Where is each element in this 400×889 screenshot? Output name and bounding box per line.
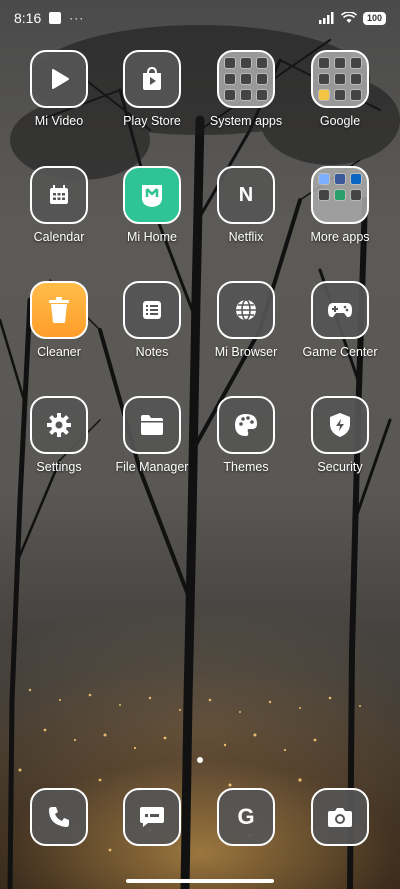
calendar-icon xyxy=(30,166,88,224)
camera-icon xyxy=(311,788,369,846)
app-label: Mi Browser xyxy=(214,345,278,359)
google-icon: G xyxy=(217,788,275,846)
gear-icon xyxy=(30,396,88,454)
app-label: Notes xyxy=(135,345,169,359)
palette-icon xyxy=(217,396,275,454)
google-letter: G xyxy=(237,804,255,829)
app-file-manager[interactable]: File Manager xyxy=(107,396,197,474)
more-notifications-icon: ··· xyxy=(69,11,85,25)
trash-icon xyxy=(30,281,88,339)
app-cleaner[interactable]: Cleaner xyxy=(14,281,104,359)
mi-home-icon xyxy=(123,166,181,224)
app-themes[interactable]: Themes xyxy=(201,396,291,474)
app-game-center[interactable]: Game Center xyxy=(295,281,385,359)
play-store-icon xyxy=(123,50,181,108)
app-play-store[interactable]: Play Store xyxy=(107,50,197,128)
battery-icon: 100 xyxy=(362,11,386,25)
app-label: Settings xyxy=(36,460,82,474)
app-settings[interactable]: Settings xyxy=(14,396,104,474)
app-label: System apps xyxy=(209,114,283,128)
folder-icon xyxy=(311,50,369,108)
netflix-letter: N xyxy=(238,183,254,206)
folder-icon xyxy=(311,166,369,224)
message-icon xyxy=(123,788,181,846)
page-indicator xyxy=(197,757,203,763)
app-mi-home[interactable]: Mi Home xyxy=(107,166,197,244)
app-label: Game Center xyxy=(302,345,378,359)
notification-icon xyxy=(49,12,62,24)
app-label: Security xyxy=(317,460,363,474)
app-label: Play Store xyxy=(123,114,181,128)
notes-icon xyxy=(123,281,181,339)
app-calendar[interactable]: Calendar xyxy=(14,166,104,244)
home-indicator[interactable] xyxy=(126,879,274,883)
play-icon xyxy=(30,50,88,108)
app-notes[interactable]: Notes xyxy=(107,281,197,359)
status-right: 100 xyxy=(318,11,386,25)
app-label: Google xyxy=(319,114,361,128)
clock: 8:16 xyxy=(14,10,42,26)
app-netflix[interactable]: N Netflix xyxy=(201,166,291,244)
folder-system-apps[interactable]: System apps xyxy=(201,50,291,128)
dock-messages[interactable] xyxy=(107,788,197,846)
signal-icon xyxy=(318,12,334,24)
wifi-icon xyxy=(340,12,357,23)
dock-google[interactable]: G xyxy=(201,788,291,846)
app-label: Themes xyxy=(223,460,269,474)
dock-phone[interactable] xyxy=(14,788,104,846)
folder-more-apps[interactable]: More apps xyxy=(295,166,385,244)
folder-file-icon xyxy=(123,396,181,454)
app-label: Mi Video xyxy=(34,114,84,128)
status-bar: 8:16 ··· 100 xyxy=(0,0,400,36)
folder-icon xyxy=(217,50,275,108)
phone-icon xyxy=(30,788,88,846)
app-label: Netflix xyxy=(228,230,264,244)
app-security[interactable]: Security xyxy=(295,396,385,474)
app-label: Cleaner xyxy=(37,345,81,359)
globe-icon xyxy=(217,281,275,339)
shield-icon xyxy=(311,396,369,454)
app-mi-video[interactable]: Mi Video xyxy=(14,50,104,128)
dock-camera[interactable] xyxy=(295,788,385,846)
app-label: More apps xyxy=(310,230,370,244)
status-left: 8:16 ··· xyxy=(14,10,84,26)
netflix-icon: N xyxy=(217,166,275,224)
app-label: Mi Home xyxy=(126,230,177,244)
app-mi-browser[interactable]: Mi Browser xyxy=(201,281,291,359)
folder-google[interactable]: Google xyxy=(295,50,385,128)
app-label: File Manager xyxy=(115,460,189,474)
app-label: Calendar xyxy=(33,230,85,244)
gamepad-icon xyxy=(311,281,369,339)
